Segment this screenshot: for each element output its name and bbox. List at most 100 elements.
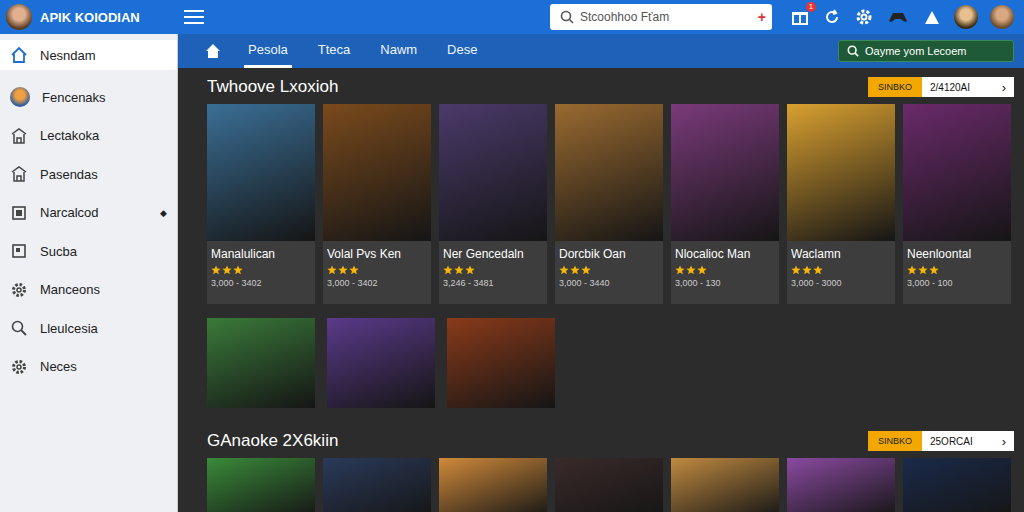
sidebar-item[interactable]: Lectakoka (0, 117, 177, 156)
sidebar-item[interactable]: Pasendas (0, 155, 177, 194)
content: Twhoove Lxoxioh SINBKO 2/4120AI › Manalu… (178, 68, 1024, 512)
see-more-button[interactable]: 25ORCAI › (922, 431, 1014, 451)
main-area: Pesola Ttecа Nawm Dese Oayme yom Lecoem Twh… (178, 34, 1024, 512)
star-icon (211, 265, 221, 275)
tab[interactable]: Dese (443, 34, 481, 68)
sidebar-label: Sucba (40, 244, 167, 259)
tab[interactable]: Pesola (244, 34, 292, 68)
game-price: 3,000 - 100 (907, 278, 1007, 288)
sidebar-label: Lleulcesia (40, 321, 167, 336)
game-cover (787, 458, 895, 512)
game-title: Neenloontal (907, 247, 1007, 261)
arrow-icon: › (1002, 435, 1006, 448)
search-field[interactable]: Stcoohhoo Fťam + (550, 4, 772, 30)
game-cover (439, 458, 547, 512)
card-info: Manalulican 3,000 - 3402 (207, 241, 315, 304)
game-tile[interactable] (447, 318, 555, 408)
sidebar-item[interactable]: Manceons (0, 271, 177, 310)
section-header: GAnaoke 2X6kiin SINBKO 25ORCAI › (207, 430, 1014, 452)
game-card[interactable] (439, 458, 547, 512)
game-card[interactable]: Waclamn 3,000 - 3000 (787, 104, 895, 304)
sidebar-item[interactable]: Narcalcod ◆ (0, 194, 177, 233)
gear-icon (10, 281, 28, 299)
game-tile[interactable] (207, 318, 315, 408)
game-cover (439, 104, 547, 241)
sidebar-item[interactable]: Sucba (0, 232, 177, 271)
game-price: 3,000 - 3402 (327, 278, 427, 288)
game-card[interactable] (207, 458, 315, 512)
game-card[interactable] (555, 458, 663, 512)
card-info: Dorcbik Oan 3,000 - 3440 (555, 241, 663, 304)
sidebar-item[interactable]: Fencenaks (0, 78, 177, 117)
profile-icon[interactable] (922, 7, 942, 27)
game-cover (207, 104, 315, 241)
game-card[interactable] (671, 458, 779, 512)
sidebar-item[interactable]: Lleulcesia (0, 309, 177, 348)
gear-icon (10, 358, 28, 376)
game-card[interactable]: Manalulican 3,000 - 3402 (207, 104, 315, 304)
game-price: 3,000 - 3000 (791, 278, 891, 288)
sidebar-label: Lectakoka (40, 128, 167, 143)
game-card[interactable] (903, 458, 1011, 512)
section-controls: SINBKO 2/4120AI › (868, 77, 1014, 97)
game-section: Twhoove Lxoxioh SINBKO 2/4120AI › Manalu… (207, 76, 1014, 408)
game-card[interactable]: Volal Pvs Ken 3,000 - 3402 (323, 104, 431, 304)
see-more-label: 2/4120AI (930, 82, 970, 93)
store-search-field[interactable]: Oayme yom Lecoem (838, 40, 1014, 62)
add-button[interactable]: + (758, 9, 766, 25)
section-title: Twhoove Lxoxioh (207, 77, 338, 97)
star-rating (907, 265, 1007, 275)
store-icon (10, 127, 28, 145)
search-icon (847, 45, 859, 57)
brand[interactable]: APIK KOIODIAN (6, 4, 174, 30)
game-card[interactable] (323, 458, 431, 512)
sidebar-item[interactable]: Nesndam (0, 40, 177, 70)
app-title: APIK KOIODIAN (40, 10, 140, 25)
controller-icon[interactable] (886, 7, 910, 27)
card-info: Ner Gencedaln 3,246 - 3481 (439, 241, 547, 304)
game-title: Ner Gencedaln (443, 247, 543, 261)
star-icon (465, 265, 475, 275)
refresh-icon[interactable] (822, 7, 842, 27)
sidebar-label: Pasendas (40, 167, 167, 182)
menu-icon[interactable] (184, 9, 204, 25)
logo-avatar-icon (6, 4, 32, 30)
game-card[interactable]: Dorcbik Oan 3,000 - 3440 (555, 104, 663, 304)
game-card[interactable]: Nlocalioc Man 3,000 - 130 (671, 104, 779, 304)
section-badge[interactable]: SINBKO (868, 431, 922, 451)
card-row (207, 458, 1014, 512)
section-badge[interactable]: SINBKO (868, 77, 922, 97)
body: Nesndam Fencenaks Lectakoka Pasendas Nar… (0, 34, 1024, 512)
gear-icon[interactable] (854, 7, 874, 27)
game-card[interactable] (787, 458, 895, 512)
search-icon (10, 319, 28, 337)
card-info: Volal Pvs Ken 3,000 - 3402 (323, 241, 431, 304)
home-icon (10, 46, 28, 64)
sidebar-item[interactable]: Neces (0, 348, 177, 387)
gift-button[interactable]: 1 (790, 7, 810, 27)
star-icon (907, 265, 917, 275)
user-avatar-icon[interactable] (954, 5, 978, 29)
game-cover (903, 458, 1011, 512)
game-cover (323, 458, 431, 512)
friend-avatar-icon[interactable] (990, 5, 1014, 29)
star-icon (233, 265, 243, 275)
star-icon (222, 265, 232, 275)
star-icon (918, 265, 928, 275)
game-cover (671, 104, 779, 241)
card-info: Nlocalioc Man 3,000 - 130 (671, 241, 779, 304)
star-icon (686, 265, 696, 275)
top-bar: APIK KOIODIAN Stcoohhoo Fťam + 1 (0, 0, 1024, 34)
home-icon[interactable] (204, 42, 222, 60)
star-rating (791, 265, 891, 275)
game-cover (555, 458, 663, 512)
game-card[interactable]: Neenloontal 3,000 - 100 (903, 104, 1011, 304)
search-placeholder: Stcoohhoo Fťam (580, 10, 752, 24)
star-rating (327, 265, 427, 275)
tab[interactable]: Ttecа (314, 34, 355, 68)
see-more-button[interactable]: 2/4120AI › (922, 77, 1014, 97)
section-header: Twhoove Lxoxioh SINBKO 2/4120AI › (207, 76, 1014, 98)
game-tile[interactable] (327, 318, 435, 408)
game-card[interactable]: Ner Gencedaln 3,246 - 3481 (439, 104, 547, 304)
tab[interactable]: Nawm (376, 34, 421, 68)
